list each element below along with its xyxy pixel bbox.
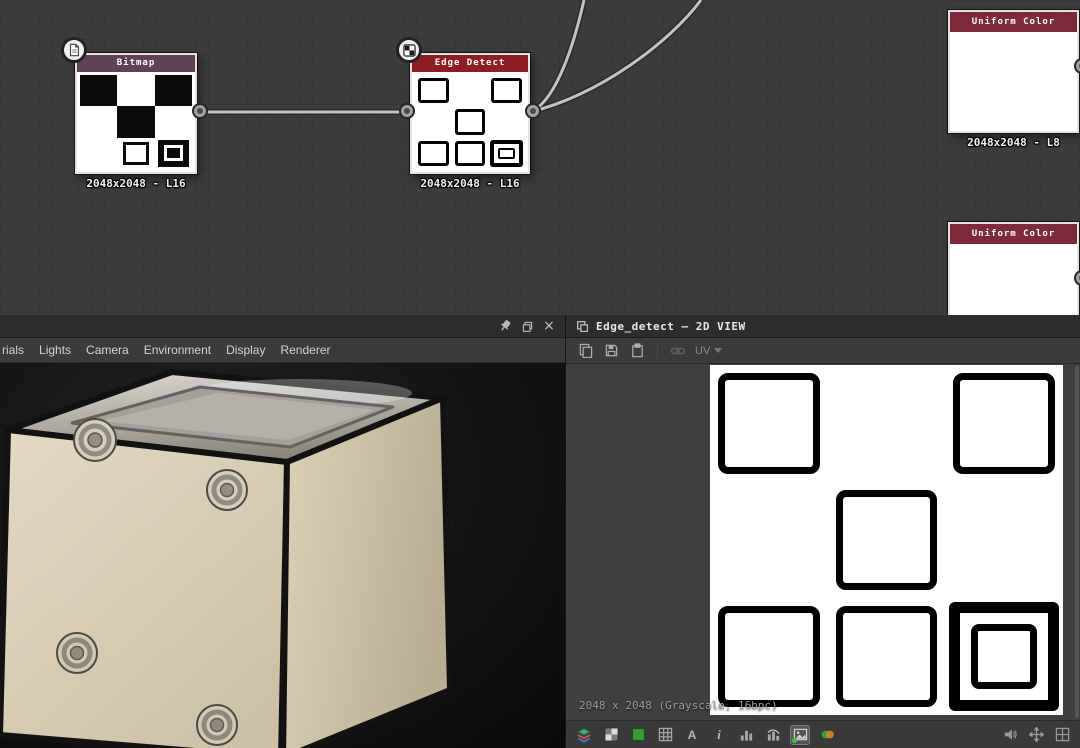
application-window: Bitmap 2048x2048 - L16 Edge Detect 2048x… bbox=[0, 0, 1080, 748]
input-connector[interactable] bbox=[401, 105, 413, 117]
2d-view-footer-toolbar: A i bbox=[566, 720, 1080, 748]
paste-icon[interactable] bbox=[628, 342, 646, 360]
bitmap-cell-outline bbox=[117, 138, 154, 169]
levels-icon[interactable] bbox=[764, 726, 782, 744]
wire-edge-output-2[interactable] bbox=[530, 0, 701, 112]
edge-cell-outline bbox=[710, 365, 828, 482]
cube-mesh bbox=[0, 363, 565, 748]
edge-cell-double bbox=[488, 138, 525, 169]
font-icon[interactable]: A bbox=[683, 726, 701, 744]
menu-display[interactable]: Display bbox=[226, 343, 265, 357]
2d-view-title: Edge_detect — 2D VIEW bbox=[596, 320, 746, 333]
node-edge-detect[interactable]: Edge Detect 2048x2048 - L16 bbox=[410, 53, 530, 174]
output-connector[interactable] bbox=[527, 105, 539, 117]
node-resolution-label: 2048x2048 - L16 bbox=[47, 177, 225, 190]
bitmap-cell-white bbox=[80, 106, 117, 137]
2d-view-toolbar: UV bbox=[566, 338, 1080, 364]
node-uniform-color-top[interactable]: Uniform Color 2048x2048 - L8 bbox=[948, 10, 1079, 133]
histogram-icon[interactable] bbox=[737, 726, 755, 744]
menu-materials[interactable]: rials bbox=[2, 343, 24, 357]
uv-label: UV bbox=[695, 345, 710, 357]
edge-cell-none bbox=[415, 106, 452, 137]
bitmap-type-icon bbox=[61, 37, 87, 63]
edge-cell-outline bbox=[828, 482, 946, 599]
panel-3d-view: × rials Lights Camera Environment Displa… bbox=[0, 315, 566, 748]
node-thumbnail bbox=[77, 72, 195, 172]
3d-view-menubar: rials Lights Camera Environment Display … bbox=[0, 338, 565, 363]
wire-edge-output-1[interactable] bbox=[530, 0, 584, 112]
edge-cell-none bbox=[828, 365, 946, 482]
link-icon[interactable] bbox=[669, 342, 687, 360]
restore-window-icon[interactable] bbox=[519, 318, 535, 334]
edge-cell-outline bbox=[945, 365, 1063, 482]
node-thumbnail bbox=[950, 244, 1077, 315]
3d-view-titlebar: × bbox=[0, 315, 565, 338]
close-icon[interactable]: × bbox=[541, 318, 557, 334]
bitmap-cell-black bbox=[117, 106, 154, 137]
2d-canvas[interactable]: 2048 x 2048 (Grayscale, 16bpc) bbox=[566, 364, 1080, 720]
green-square-icon[interactable] bbox=[629, 726, 647, 744]
output-connector[interactable] bbox=[194, 105, 206, 117]
edge-cell-outline bbox=[710, 598, 828, 715]
vertical-scrollbar[interactable] bbox=[1075, 366, 1079, 718]
pin-icon[interactable] bbox=[497, 318, 513, 334]
node-bitmap[interactable]: Bitmap 2048x2048 - L16 bbox=[75, 53, 197, 174]
image-info-status: 2048 x 2048 (Grayscale, 16bpc) bbox=[579, 699, 778, 712]
toolbar-separator bbox=[657, 343, 658, 359]
node-title: Bitmap bbox=[77, 55, 195, 72]
panel-2d-view: Edge_detect — 2D VIEW UV bbox=[566, 315, 1080, 748]
color-dots-icon[interactable] bbox=[818, 726, 836, 744]
edge-cell-double bbox=[945, 598, 1063, 715]
edge-cell-none bbox=[452, 75, 489, 106]
3d-viewport[interactable] bbox=[0, 363, 565, 748]
pan-icon[interactable] bbox=[1027, 726, 1045, 744]
grid-icon[interactable] bbox=[656, 726, 674, 744]
panel-icon bbox=[574, 318, 590, 334]
tile-grid-icon[interactable] bbox=[1053, 726, 1071, 744]
node-uniform-color-bottom[interactable]: Uniform Color bbox=[948, 222, 1079, 315]
node-title: Edge Detect bbox=[412, 55, 528, 72]
chevron-down-icon bbox=[714, 348, 722, 353]
node-thumbnail bbox=[412, 72, 528, 172]
edge-cell-outline bbox=[415, 75, 452, 106]
info-icon[interactable]: i bbox=[710, 726, 728, 744]
bitmap-cell-white bbox=[155, 106, 192, 137]
edge-cell-outline bbox=[452, 138, 489, 169]
edge-cell-outline bbox=[488, 75, 525, 106]
node-graph-canvas[interactable]: Bitmap 2048x2048 - L16 Edge Detect 2048x… bbox=[0, 0, 1080, 315]
alpha-checker-icon[interactable] bbox=[602, 726, 620, 744]
edge-cell-outline bbox=[415, 138, 452, 169]
node-resolution-label: 2048x2048 - L8 bbox=[920, 136, 1080, 149]
active-indicator bbox=[792, 738, 797, 743]
node-resolution-label: 2048x2048 - L16 bbox=[382, 177, 558, 190]
menu-camera[interactable]: Camera bbox=[86, 343, 129, 357]
bitmap-cell-white bbox=[117, 75, 154, 106]
menu-environment[interactable]: Environment bbox=[144, 343, 211, 357]
edge-cell-none bbox=[945, 482, 1063, 599]
copy-icon[interactable] bbox=[576, 342, 594, 360]
edge-cell-outline bbox=[828, 598, 946, 715]
edge-cell-outline bbox=[452, 106, 489, 137]
edge-cell-none bbox=[488, 106, 525, 137]
node-thumbnail bbox=[950, 32, 1077, 131]
2d-view-titlebar: Edge_detect — 2D VIEW bbox=[566, 315, 1080, 338]
uv-mode-dropdown[interactable]: UV bbox=[695, 345, 722, 357]
bitmap-cell-black bbox=[155, 75, 192, 106]
edge-cell-none bbox=[710, 482, 828, 599]
menu-renderer[interactable]: Renderer bbox=[280, 343, 330, 357]
node-title: Uniform Color bbox=[950, 224, 1077, 244]
volume-icon[interactable] bbox=[1001, 726, 1019, 744]
bitmap-cell-inset bbox=[155, 138, 192, 169]
bitmap-cell-white bbox=[80, 138, 117, 169]
edge-detect-result-image[interactable] bbox=[710, 365, 1063, 715]
node-title: Uniform Color bbox=[950, 12, 1077, 32]
menu-lights[interactable]: Lights bbox=[39, 343, 71, 357]
image-icon[interactable] bbox=[791, 726, 809, 744]
edge-detect-type-icon bbox=[396, 37, 422, 63]
save-icon[interactable] bbox=[602, 342, 620, 360]
layers-icon[interactable] bbox=[575, 726, 593, 744]
bitmap-cell-black bbox=[80, 75, 117, 106]
